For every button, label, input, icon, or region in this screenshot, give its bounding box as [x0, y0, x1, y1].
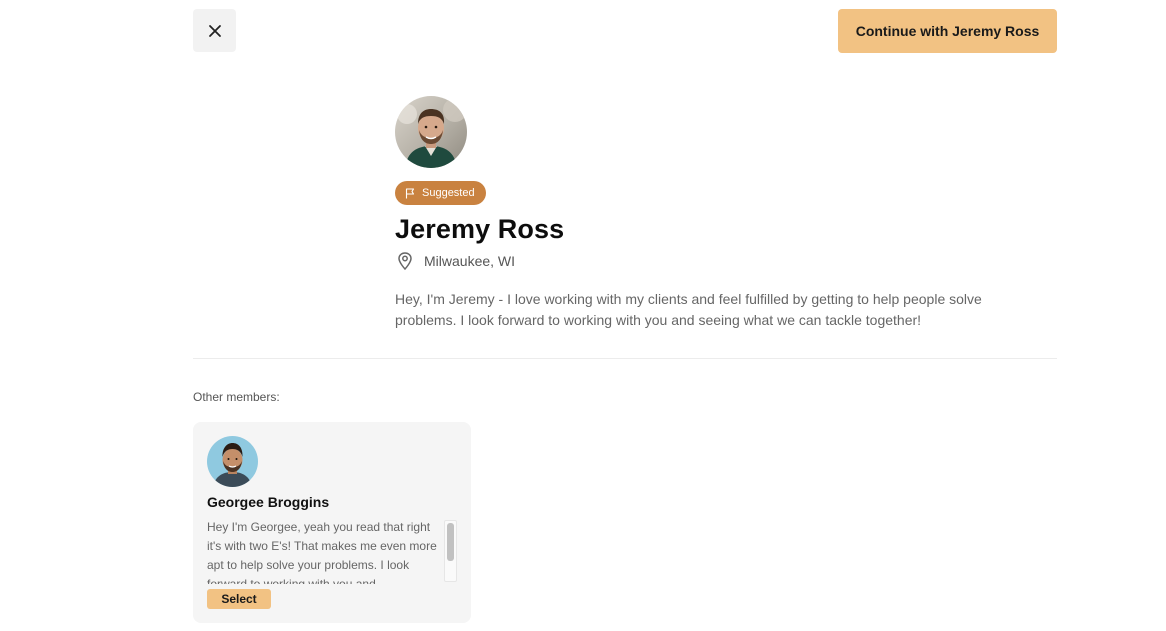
flag-icon	[405, 187, 415, 198]
suggested-badge: Suggested	[395, 181, 486, 205]
badge-label: Suggested	[422, 187, 475, 199]
avatar	[395, 96, 467, 168]
other-members-label: Other members:	[193, 390, 280, 404]
continue-button[interactable]: Continue with Jeremy Ross	[838, 9, 1057, 53]
member-card: Georgee Broggins Hey I'm Georgee, yeah y…	[193, 422, 471, 623]
member-name: Georgee Broggins	[207, 494, 330, 510]
profile-bio: Hey, I'm Jeremy - I love working with my…	[395, 291, 982, 328]
divider	[193, 358, 1057, 359]
close-button[interactable]	[193, 9, 236, 52]
suggested-profile: Suggested Jeremy Ross Milwaukee, WI Hey,…	[395, 96, 1035, 331]
select-button[interactable]: Select	[207, 589, 271, 609]
profile-name: Jeremy Ross	[395, 214, 565, 244]
map-pin-icon	[398, 252, 412, 271]
scrollbar-thumb[interactable]	[447, 523, 454, 561]
profile-location: Milwaukee, WI	[395, 251, 1035, 271]
member-bio-scroll-area[interactable]: Hey I'm Georgee, yeah you read that righ…	[207, 518, 457, 584]
member-bio: Hey I'm Georgee, yeah you read that righ…	[207, 520, 437, 584]
avatar	[207, 436, 258, 487]
close-icon	[208, 24, 221, 37]
scrollbar[interactable]	[444, 520, 457, 582]
location-text: Milwaukee, WI	[424, 253, 516, 269]
